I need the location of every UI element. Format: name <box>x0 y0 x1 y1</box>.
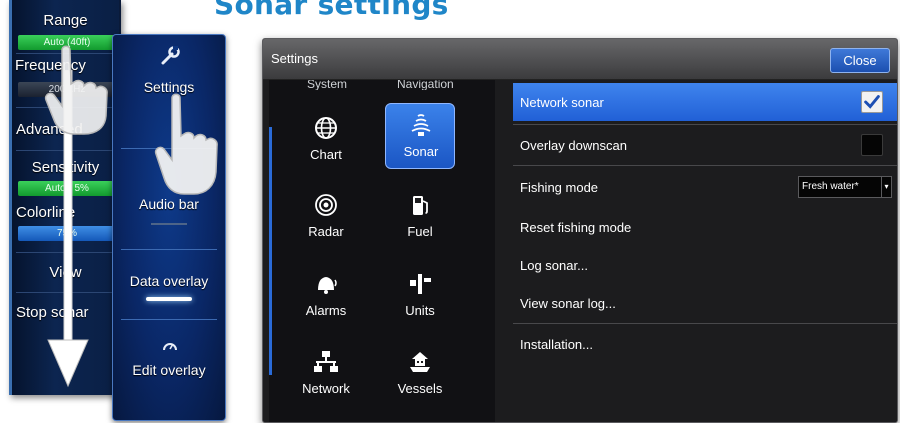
globe-icon <box>315 117 337 139</box>
checkmark-icon <box>864 95 880 109</box>
category-label: Alarms <box>305 303 347 318</box>
category-label: Network <box>302 381 350 396</box>
settings-dialog: Settings Close System Navigation Chart S… <box>262 38 898 423</box>
category-label: Vessels <box>397 381 443 396</box>
fuel-pump-icon <box>413 196 428 215</box>
option-label: Reset fishing mode <box>520 220 632 235</box>
audio-bar-toggle-indicator[interactable] <box>151 223 187 225</box>
chevron-down-icon: ▾ <box>881 177 891 197</box>
option-overlay-downscan[interactable]: Overlay downscan <box>513 126 897 164</box>
option-log-sonar[interactable]: Log sonar... <box>513 246 897 284</box>
fishing-mode-value: Fresh water* <box>802 181 859 192</box>
option-divider <box>513 323 897 324</box>
menu-divider <box>121 319 217 320</box>
category-vessels[interactable]: Vessels <box>385 341 455 407</box>
dialog-title-bar: Settings Close <box>263 39 897 80</box>
wrench-icon <box>161 46 180 65</box>
data-overlay-toggle-indicator[interactable] <box>146 297 192 301</box>
category-label: Units <box>405 303 435 318</box>
menu-item-range[interactable]: Range <box>12 12 119 29</box>
category-fuel[interactable]: Fuel <box>385 184 455 250</box>
option-label: Network sonar <box>520 95 604 110</box>
option-installation[interactable]: Installation... <box>513 325 897 363</box>
category-alarms[interactable]: Alarms <box>291 263 361 329</box>
option-network-sonar[interactable]: Network sonar <box>513 83 897 121</box>
sonar-options-list: Network sonar Overlay downscan Fishing m… <box>513 80 897 422</box>
category-chart[interactable]: Chart <box>291 107 361 173</box>
category-label: Radar <box>308 224 344 239</box>
close-button[interactable]: Close <box>830 48 890 73</box>
category-network[interactable]: Network <box>291 341 361 407</box>
category-label: Sonar <box>403 144 439 159</box>
fishing-mode-select[interactable]: Fresh water* ▾ <box>798 176 892 198</box>
option-label: View sonar log... <box>520 296 616 311</box>
category-label: Fuel <box>407 224 433 239</box>
option-divider <box>513 124 897 125</box>
menu-divider <box>121 249 217 250</box>
overlay-downscan-checkbox[interactable] <box>861 134 883 156</box>
units-icon <box>410 274 431 294</box>
radar-icon <box>315 194 337 216</box>
option-label: Fishing mode <box>520 180 599 195</box>
alarm-bell-icon <box>318 277 337 294</box>
audio-bar-menu-item[interactable]: Audio bar <box>113 196 225 212</box>
option-reset-fishing-mode[interactable]: Reset fishing mode <box>513 208 897 246</box>
dialog-title: Settings <box>271 51 318 66</box>
sonar-icon <box>411 114 431 136</box>
hand-pointer-icon <box>154 93 218 195</box>
page-heading: Sonar settings <box>214 0 449 21</box>
screenshot-stage: Sonar settings Range Auto (40ft) Frequen… <box>0 0 900 423</box>
hand-pointer-icon <box>44 45 108 135</box>
category-sonar[interactable]: Sonar <box>385 103 455 169</box>
category-system-cutoff[interactable]: System <box>307 80 347 90</box>
edit-overlay-menu-item[interactable]: Edit overlay <box>113 362 225 378</box>
option-label: Overlay downscan <box>520 138 627 153</box>
network-sonar-checkbox[interactable] <box>861 91 883 113</box>
gauge-icon <box>163 343 177 351</box>
option-fishing-mode[interactable]: Fishing mode Fresh water* ▾ <box>513 168 897 206</box>
category-label: Chart <box>310 147 342 162</box>
option-view-sonar-log[interactable]: View sonar log... <box>513 284 897 322</box>
network-icon <box>314 351 338 372</box>
vessels-icon <box>410 352 430 372</box>
data-overlay-menu-item[interactable]: Data overlay <box>113 273 225 289</box>
option-label: Installation... <box>520 337 593 352</box>
option-label: Log sonar... <box>520 258 588 273</box>
category-units[interactable]: Units <box>385 263 455 329</box>
category-scroll-indicator[interactable] <box>269 127 272 375</box>
option-divider <box>513 165 897 166</box>
category-radar[interactable]: Radar <box>291 184 361 250</box>
category-navigation-cutoff[interactable]: Navigation <box>397 80 454 90</box>
